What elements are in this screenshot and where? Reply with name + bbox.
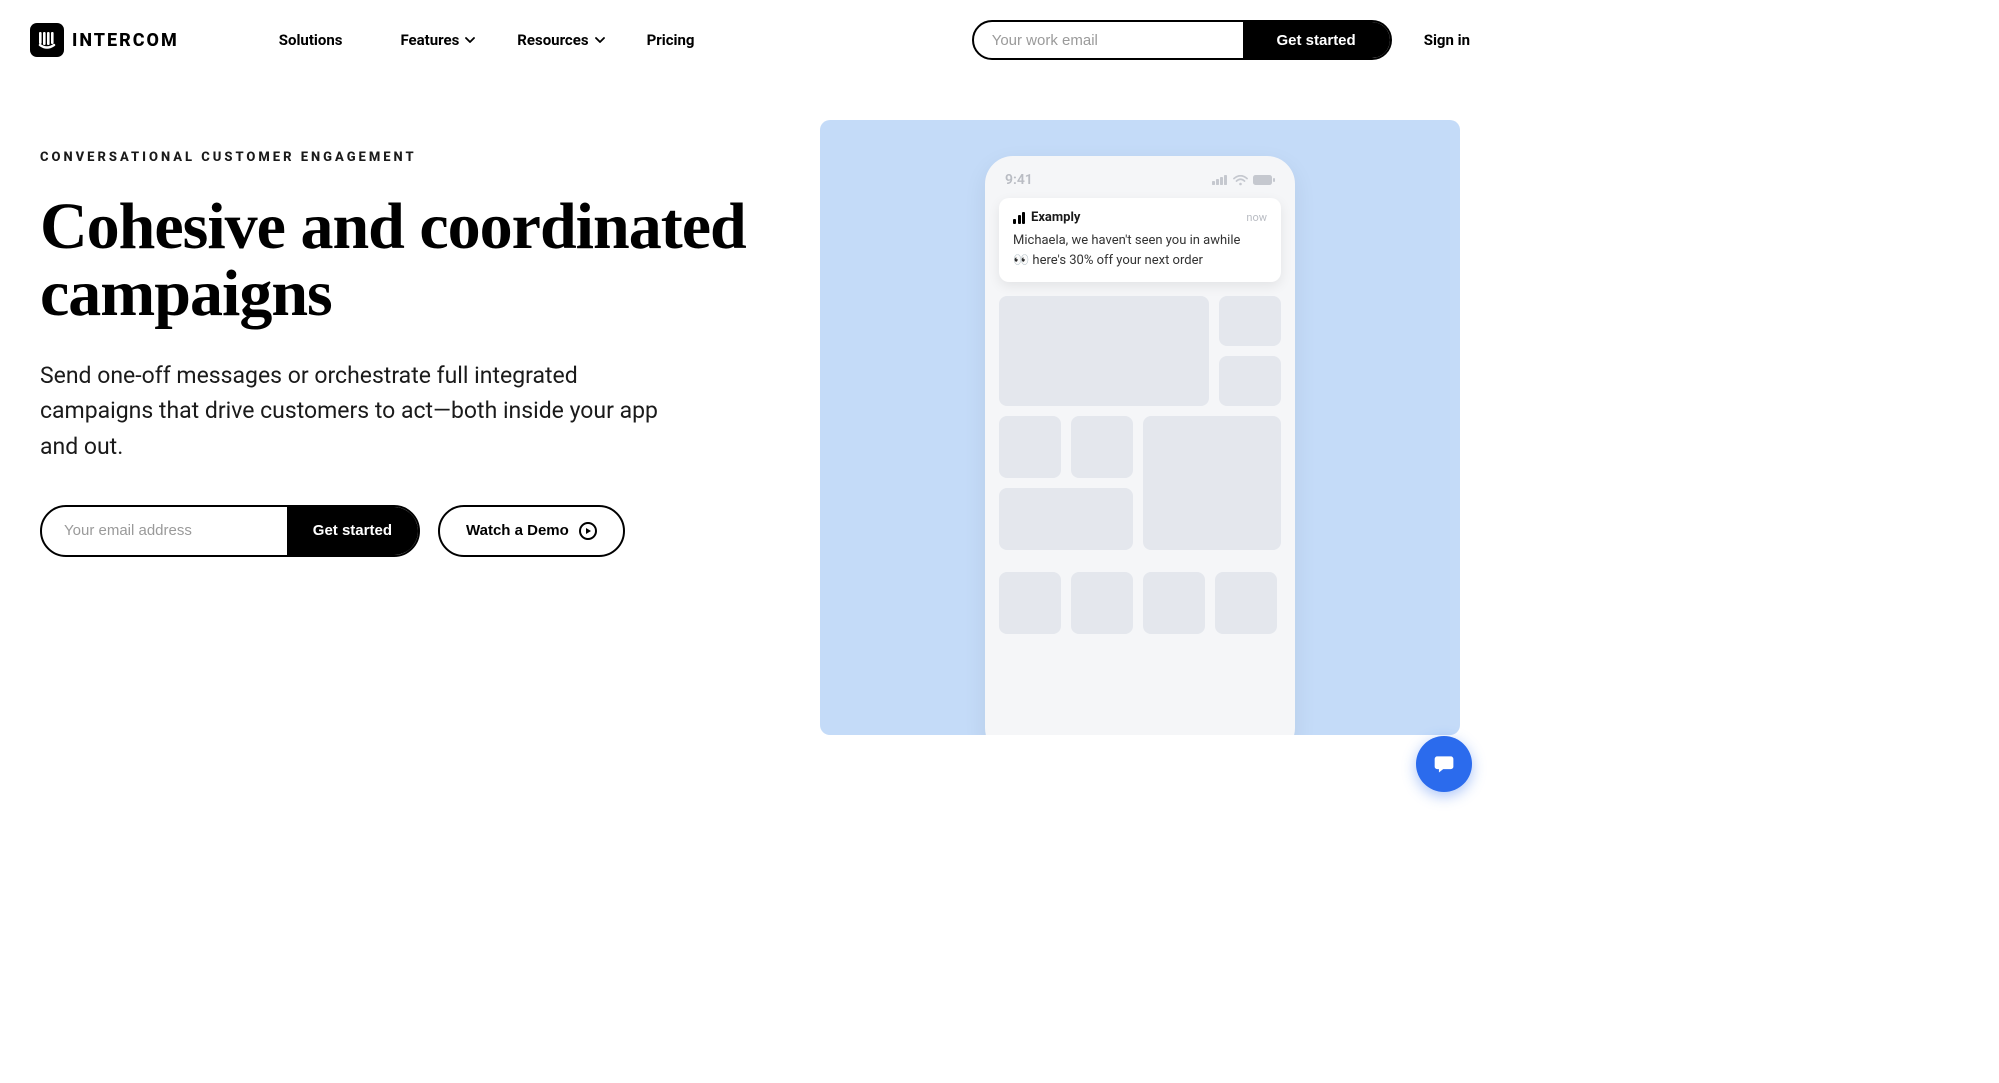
chevron-down-icon xyxy=(465,37,475,43)
illustration-background: 9:41 Examply xyxy=(820,120,1460,735)
hero-illustration: 9:41 Examply xyxy=(820,120,1460,735)
site-header: INTERCOM Solutions Features Resources Pr… xyxy=(0,0,1500,80)
nav-label: Pricing xyxy=(647,31,695,49)
nav-resources[interactable]: Resources xyxy=(517,31,604,49)
notification-app-name: Examply xyxy=(1031,210,1080,225)
hero-email-signup: Get started xyxy=(40,505,420,557)
hero-email-input[interactable] xyxy=(42,507,287,555)
intercom-logo-icon xyxy=(30,23,64,57)
chat-icon xyxy=(1430,750,1458,778)
primary-nav: Solutions Features Resources Pricing xyxy=(279,31,695,49)
nav-label: Solutions xyxy=(279,31,343,49)
nav-solutions[interactable]: Solutions xyxy=(279,31,359,49)
chevron-down-icon xyxy=(595,37,605,43)
wifi-icon xyxy=(1233,175,1248,186)
watch-demo-label: Watch a Demo xyxy=(466,522,569,539)
chevron-down-icon xyxy=(348,37,358,43)
phone-mockup: 9:41 Examply xyxy=(985,156,1295,735)
hero-subtitle: Send one-off messages or orchestrate ful… xyxy=(40,358,680,465)
notification-app: Examply xyxy=(1013,210,1080,225)
app-content-skeleton xyxy=(999,296,1281,634)
notification-body: Michaela, we haven't seen you in awhile … xyxy=(1013,231,1267,270)
notification-line-2: 👀 here's 30% off your next order xyxy=(1013,251,1267,271)
header-actions: Get started Sign in xyxy=(972,20,1470,60)
notification-timestamp: now xyxy=(1246,211,1267,224)
phone-status-icons xyxy=(1212,175,1275,186)
push-notification-card: Examply now Michaela, we haven't seen yo… xyxy=(999,198,1281,282)
play-icon xyxy=(579,522,597,540)
chat-launcher-button[interactable] xyxy=(1416,736,1472,792)
hero-eyebrow: CONVERSATIONAL CUSTOMER ENGAGEMENT xyxy=(40,150,780,165)
hero-cta-row: Get started Watch a Demo xyxy=(40,505,780,557)
nav-features[interactable]: Features xyxy=(400,31,475,49)
hero-get-started-button[interactable]: Get started xyxy=(287,507,418,555)
phone-time: 9:41 xyxy=(1005,172,1033,188)
hero-title: Cohesive and coordinated campaigns xyxy=(40,193,780,328)
brand-logo[interactable]: INTERCOM xyxy=(30,23,179,57)
hero-copy: CONVERSATIONAL CUSTOMER ENGAGEMENT Cohes… xyxy=(40,120,780,735)
notification-header: Examply now xyxy=(1013,210,1267,225)
app-icon xyxy=(1013,212,1025,224)
nav-pricing[interactable]: Pricing xyxy=(647,31,695,49)
nav-label: Resources xyxy=(517,31,588,49)
watch-demo-button[interactable]: Watch a Demo xyxy=(438,505,625,557)
header-email-signup: Get started xyxy=(972,20,1392,60)
battery-icon xyxy=(1253,175,1275,185)
hero-section: CONVERSATIONAL CUSTOMER ENGAGEMENT Cohes… xyxy=(0,80,1500,735)
header-get-started-button[interactable]: Get started xyxy=(1243,22,1390,58)
signal-icon xyxy=(1212,175,1228,185)
nav-label: Features xyxy=(400,31,459,49)
sign-in-link[interactable]: Sign in xyxy=(1424,31,1470,49)
work-email-input[interactable] xyxy=(974,22,1243,58)
phone-status-bar: 9:41 xyxy=(999,170,1281,198)
brand-name: INTERCOM xyxy=(72,30,179,51)
notification-line-1: Michaela, we haven't seen you in awhile xyxy=(1013,231,1267,251)
